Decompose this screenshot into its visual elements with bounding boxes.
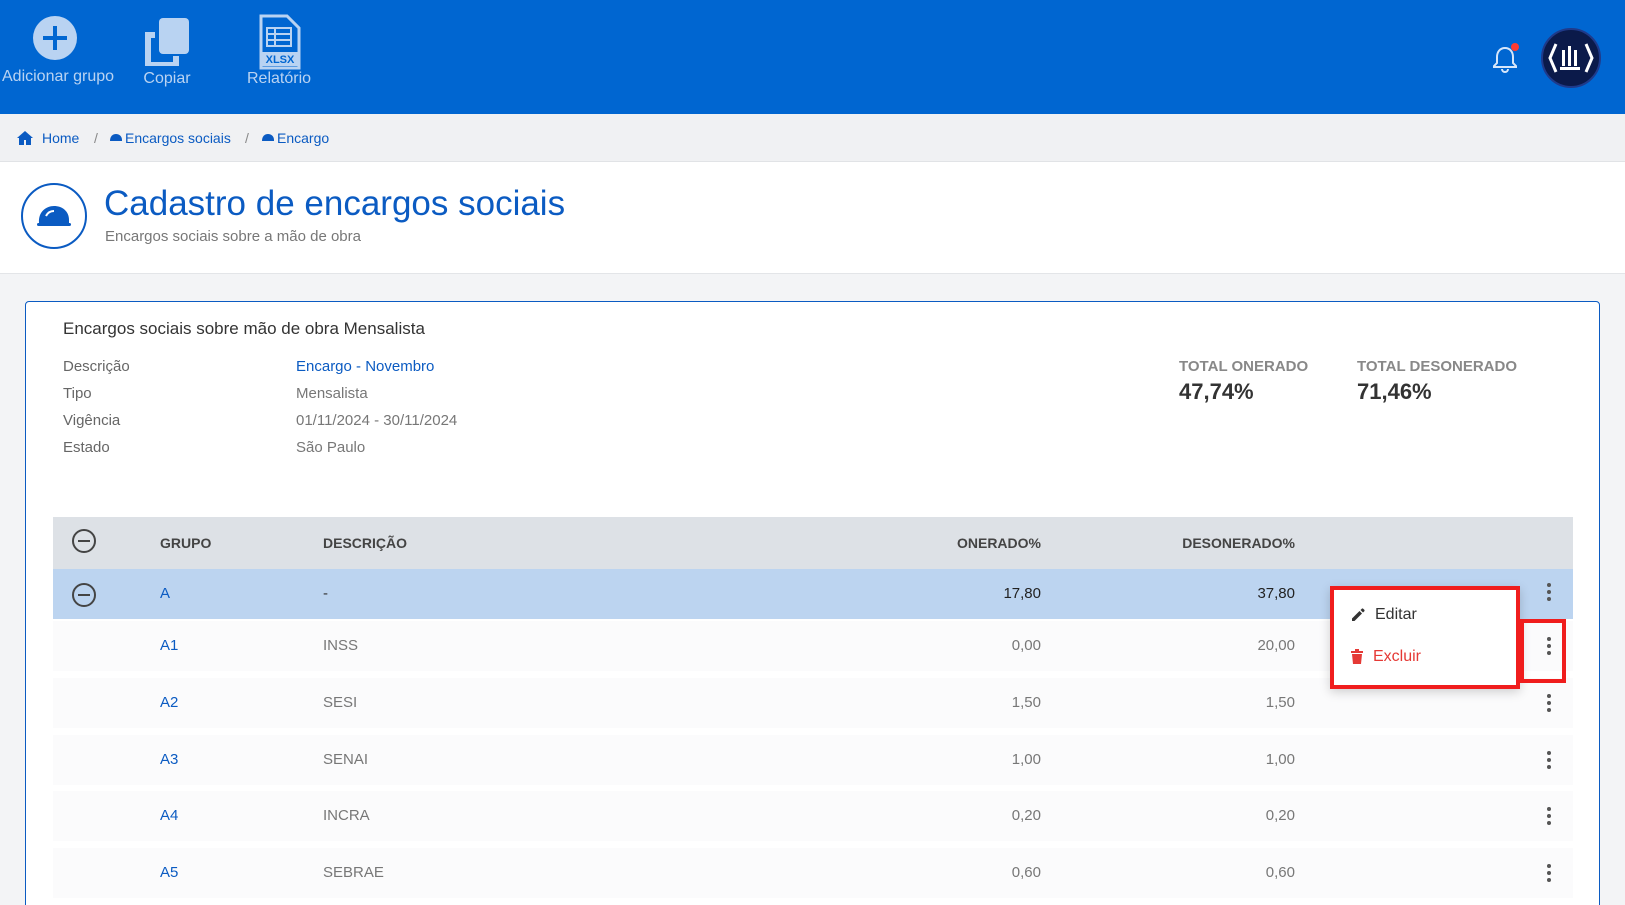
- field-label-vigencia: Vigência: [63, 412, 121, 429]
- field-label-descricao: Descrição: [63, 358, 130, 375]
- table-row[interactable]: A4 INCRA 0,20 0,20: [53, 791, 1573, 841]
- top-toolbar: Adicionar grupo Copiar XLSX Relatório: [0, 0, 1625, 114]
- avatar[interactable]: [1541, 28, 1601, 88]
- total-onerado-value: 47,74%: [1179, 379, 1254, 404]
- page-header: Cadastro de encargos sociais Encargos so…: [0, 162, 1625, 274]
- row-desonerado: 20,00: [1257, 637, 1295, 654]
- header-descricao: DESCRIÇÃO: [323, 535, 408, 551]
- header-grupo: GRUPO: [160, 535, 212, 551]
- edit-menu-item[interactable]: Editar: [1350, 606, 1417, 624]
- kebab-highlight-box: [1520, 619, 1566, 683]
- field-label-estado: Estado: [63, 439, 110, 456]
- helmet-icon: [262, 134, 274, 141]
- breadcrumb-separator: /: [94, 130, 98, 146]
- page-title: Cadastro de encargos sociais: [104, 184, 566, 223]
- report-label: Relatório: [246, 70, 312, 87]
- company-logo: [1548, 43, 1594, 73]
- breadcrumb-home-label: Home: [42, 130, 80, 146]
- add-group-label: Adicionar grupo: [2, 68, 115, 85]
- copy-label: Copiar: [143, 70, 191, 87]
- breadcrumb-encargos-sociais[interactable]: Encargos sociais: [109, 130, 231, 146]
- notification-dot: [1511, 43, 1519, 51]
- row-desonerado: 37,80: [1257, 585, 1295, 602]
- row-onerado: 17,80: [1003, 585, 1041, 602]
- row-desc: SENAI: [323, 751, 369, 768]
- row-context-menu: Editar Excluir: [1330, 586, 1520, 689]
- delete-label: Excluir: [1373, 648, 1422, 665]
- breadcrumb-encargo[interactable]: Encargo: [261, 130, 329, 146]
- report-button[interactable]: XLSX Relatório: [246, 14, 312, 88]
- plus-circle-icon: [33, 16, 77, 60]
- header-onerado: ONERADO%: [956, 535, 1041, 551]
- copy-icon: [145, 18, 189, 66]
- more-options-icon[interactable]: [1541, 580, 1557, 604]
- helmet-icon: [110, 134, 122, 141]
- row-desonerado: 1,00: [1265, 751, 1295, 768]
- row-onerado: 0,20: [1011, 807, 1041, 824]
- row-desc: INCRA: [323, 807, 370, 824]
- copy-button[interactable]: Copiar: [134, 14, 200, 88]
- field-value-vigencia: 01/11/2024 - 30/11/2024: [296, 412, 458, 429]
- pencil-icon: [1352, 608, 1365, 621]
- table-row[interactable]: A3 SENAI 1,00 1,00: [53, 735, 1573, 785]
- row-desonerado: 1,50: [1265, 694, 1295, 711]
- row-onerado: 0,00: [1011, 637, 1041, 654]
- total-desonerado-value: 71,46%: [1357, 379, 1432, 404]
- helmet-icon: [21, 183, 87, 249]
- trash-icon: [1351, 649, 1363, 664]
- field-value-descricao[interactable]: Encargo - Novembro: [296, 358, 434, 375]
- row-code: A: [160, 585, 171, 602]
- more-options-icon[interactable]: [1541, 748, 1557, 772]
- add-group-button[interactable]: Adicionar grupo: [2, 14, 115, 86]
- breadcrumb: Home / Encargos sociais / Encargo: [0, 114, 1625, 162]
- field-value-estado: São Paulo: [296, 439, 366, 456]
- row-onerado: 1,50: [1011, 694, 1041, 711]
- row-desonerado: 0,20: [1265, 807, 1295, 824]
- row-desc: SEBRAE: [323, 864, 384, 881]
- total-desonerado-label: TOTAL DESONERADO: [1357, 358, 1518, 375]
- more-options-icon[interactable]: [1541, 691, 1557, 715]
- total-onerado-label: TOTAL ONERADO: [1179, 358, 1309, 375]
- breadcrumb-separator: /: [245, 130, 249, 146]
- edit-label: Editar: [1375, 606, 1417, 623]
- table-row[interactable]: A5 SEBRAE 0,60 0,60: [53, 848, 1573, 898]
- collapse-all-icon[interactable]: [71, 528, 97, 554]
- row-desc: -: [323, 585, 328, 602]
- row-onerado: 1,00: [1011, 751, 1041, 768]
- row-code[interactable]: A4: [160, 807, 178, 824]
- row-code[interactable]: A3: [160, 751, 178, 768]
- row-desonerado: 0,60: [1265, 864, 1295, 881]
- row-code[interactable]: A2: [160, 694, 178, 711]
- xlsx-file-icon: XLSX: [259, 14, 301, 70]
- more-options-icon[interactable]: [1541, 804, 1557, 828]
- xlsx-badge: XLSX: [266, 54, 295, 66]
- breadcrumb-level1-label: Encargos sociais: [125, 130, 231, 146]
- field-label-tipo: Tipo: [63, 385, 92, 402]
- header-desonerado: DESONERADO%: [1182, 535, 1295, 551]
- collapse-group-icon[interactable]: [71, 582, 97, 608]
- row-desc: SESI: [323, 694, 358, 711]
- card-title: Encargos sociais sobre mão de obra Mensa…: [63, 319, 425, 338]
- more-options-icon[interactable]: [1541, 861, 1557, 885]
- row-code[interactable]: A5: [160, 864, 178, 881]
- page-subtitle: Encargos sociais sobre a mão de obra: [105, 228, 361, 245]
- delete-menu-item[interactable]: Excluir: [1350, 648, 1421, 666]
- breadcrumb-level2-label: Encargo: [277, 130, 330, 146]
- row-desc: INSS: [323, 637, 359, 654]
- table-header: GRUPO DESCRIÇÃO ONERADO% DESONERADO%: [53, 517, 1573, 569]
- breadcrumb-home[interactable]: Home: [16, 130, 79, 146]
- row-code[interactable]: A1: [160, 637, 178, 654]
- row-onerado: 0,60: [1011, 864, 1041, 881]
- field-value-tipo: Mensalista: [296, 385, 368, 402]
- home-icon: [17, 131, 33, 145]
